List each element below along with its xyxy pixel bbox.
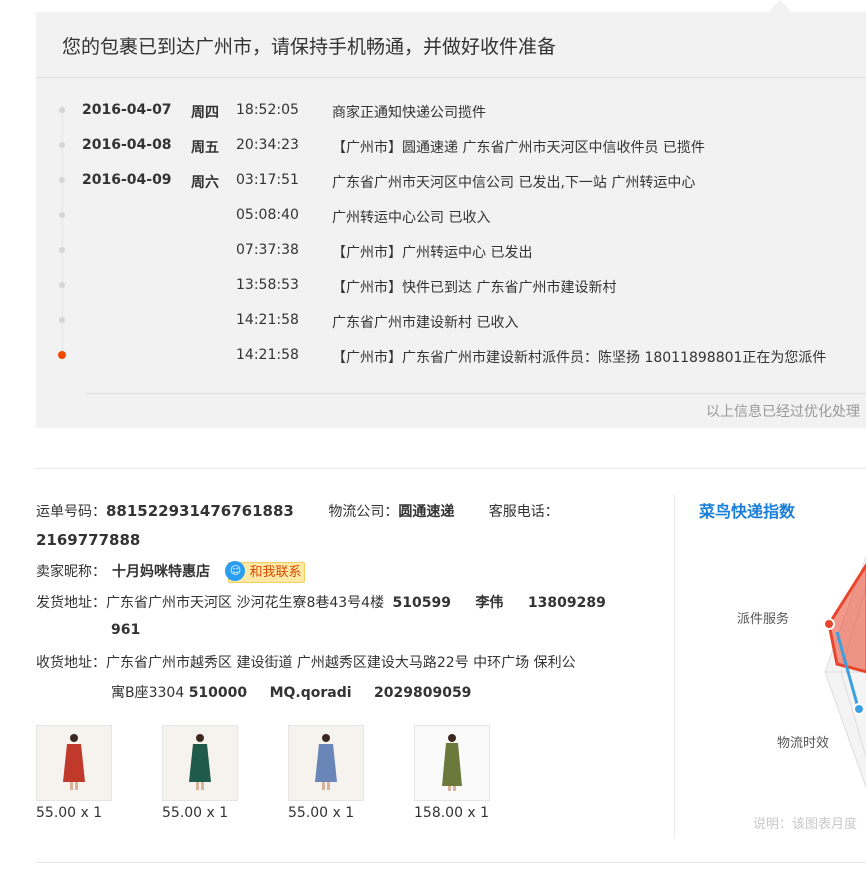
- radar-chart: [823, 555, 866, 789]
- timeline-row: 2016-04-07 周四 18:52:05 商家正通知快递公司揽件: [36, 100, 866, 122]
- event-time: 05:08:40: [236, 207, 299, 223]
- timeline-row: 14:21:58 广东省广州市建设新村 已收入: [36, 310, 866, 332]
- timeline-footer-divider: [86, 393, 866, 394]
- event-description: 商家正通知快递公司揽件: [332, 105, 486, 121]
- timeline-dot: [59, 212, 65, 218]
- event-time: 18:52:05: [236, 102, 299, 118]
- delivery-status-banner: 您的包裹已到达广州市，请保持手机畅通，并做好收件准备: [62, 36, 557, 58]
- radar-point: [823, 618, 835, 630]
- timeline-dot: [59, 107, 65, 113]
- dress-icon: [63, 734, 85, 790]
- timeline-dot: [58, 351, 66, 359]
- timeline-row: 13:58:53 【广州市】快件已到达 广东省广州市建设新村: [36, 275, 866, 297]
- product-price: 158.00 x 1: [414, 805, 490, 821]
- recv-address: 广东省广州市越秀区 建设街道 广州越秀区建设大马路22号 中环广场 保利公: [106, 655, 576, 671]
- event-weekday: 周四: [191, 105, 219, 121]
- timeline-row: 2016-04-08 周五 20:34:23 【广州市】圆通速递 广东省广州市天河区中…: [36, 135, 866, 157]
- product-item[interactable]: 55.00 x 1: [36, 725, 116, 821]
- recv-name: MQ.qoradi: [269, 685, 352, 701]
- event-date: 2016-04-09: [82, 172, 172, 188]
- event-time: 20:34:23: [236, 137, 299, 153]
- section-divider: [36, 468, 866, 469]
- dress-icon: [442, 734, 462, 791]
- event-time: 07:37:38: [236, 242, 299, 258]
- bottom-divider: [36, 862, 866, 863]
- event-time: 13:58:53: [236, 277, 299, 293]
- radar-label-timeliness: 物流时效: [777, 736, 830, 751]
- timeline-row: 2016-04-09 周六 03:17:51 广东省广州市天河区中信公司 已发出,下一…: [36, 170, 866, 192]
- product-price: 55.00 x 1: [288, 805, 355, 821]
- logistics-company: 圆通速递: [398, 504, 455, 520]
- event-time: 14:21:58: [236, 347, 299, 363]
- service-phone-row: 2169777888: [36, 531, 140, 549]
- product-item[interactable]: 55.00 x 1: [162, 725, 242, 821]
- waybill-number: 881522931476761883: [106, 502, 294, 520]
- ship-address-row: 发货地址：广东省广州市天河区 沙河花生寮8巷43号4楼 510599 李伟 13…: [36, 595, 606, 611]
- product-thumbnail[interactable]: [36, 725, 112, 801]
- timeline-row: 14:21:58 【广州市】广东省广州市建设新村派件员：陈坚扬 180118988…: [36, 345, 866, 367]
- seller-nickname: 十月妈咪特惠店: [112, 564, 210, 580]
- event-description: 广州转运中心公司 已收入: [332, 210, 491, 226]
- seller-row: 卖家昵称： 十月妈咪特惠店 ☺ 和我联系: [36, 560, 306, 583]
- timeline-dot: [59, 282, 65, 288]
- event-date: 2016-04-07: [82, 102, 172, 118]
- event-description: 【广州市】广州转运中心 已发出: [332, 245, 533, 261]
- product-item[interactable]: 55.00 x 1: [288, 725, 368, 821]
- product-thumbnail[interactable]: [414, 725, 490, 801]
- product-thumbnail[interactable]: [162, 725, 238, 801]
- timeline-dot: [59, 317, 65, 323]
- timeline-dot: [59, 177, 65, 183]
- radar-series-fill: [827, 562, 866, 674]
- radar-note: 说明：该图表月度: [753, 817, 858, 832]
- product-price: 55.00 x 1: [36, 805, 103, 821]
- recv-zip: 510000: [188, 685, 248, 701]
- event-time: 03:17:51: [236, 172, 299, 188]
- service-phone: 2169777888: [36, 531, 141, 549]
- recv-address-row: 收货地址：广东省广州市越秀区 建设街道 广州越秀区建设大马路22号 中环广场 保…: [36, 655, 576, 671]
- product-price: 55.00 x 1: [162, 805, 229, 821]
- dress-icon: [189, 734, 211, 790]
- event-weekday: 周五: [191, 140, 219, 156]
- ship-name: 李伟: [475, 595, 504, 611]
- ship-phone: 13809289: [527, 595, 606, 611]
- contact-seller-button[interactable]: ☺ 和我联系: [225, 560, 306, 583]
- product-thumbnail[interactable]: [288, 725, 364, 801]
- timeline-row: 05:08:40 广州转运中心公司 已收入: [36, 205, 866, 227]
- event-description: 【广州市】快件已到达 广东省广州市建设新村: [332, 280, 617, 296]
- event-description: 广东省广州市天河区中信公司 已发出,下一站 广州转运中心: [332, 175, 696, 191]
- banner-divider: [36, 77, 866, 78]
- waybill-row: 运单号码：881522931476761883 物流公司：圆通速递 客服电话：: [36, 502, 559, 520]
- panel-caret: [768, 0, 792, 12]
- ship-zip: 510599: [392, 595, 451, 611]
- cainiao-index-panel: 菜鸟快递指数 派件服务 物流时效 说明：该图表月度: [674, 494, 866, 838]
- recv-phone: 2029809059: [374, 685, 472, 701]
- timeline-dot: [59, 142, 65, 148]
- radar-point: [853, 703, 865, 715]
- event-date: 2016-04-08: [82, 137, 172, 153]
- recv-address-continued: 寓B座3304 510000 MQ.qoradi 2029809059: [111, 685, 472, 701]
- event-description: 广东省广州市建设新村 已收入: [332, 315, 519, 331]
- event-time: 14:21:58: [236, 312, 299, 328]
- timeline-dot: [59, 247, 65, 253]
- product-item[interactable]: 158.00 x 1: [414, 725, 494, 821]
- event-description: 【广州市】广东省广州市建设新村派件员：陈坚扬 18011898801正在为您派件: [332, 350, 827, 366]
- event-description: 【广州市】圆通速递 广东省广州市天河区中信收件员 已揽件: [332, 140, 705, 156]
- dress-icon: [315, 734, 337, 790]
- wangwang-chat-icon: ☺: [225, 560, 246, 581]
- event-weekday: 周六: [191, 175, 219, 191]
- radar-label-dispatch: 派件服务: [737, 612, 790, 627]
- optimization-note: 以上信息已经过优化处理: [706, 404, 860, 420]
- timeline-row: 07:37:38 【广州市】广州转运中心 已发出: [36, 240, 866, 262]
- tracking-panel: 您的包裹已到达广州市，请保持手机畅通，并做好收件准备 2016-04-07 周四 1…: [36, 0, 866, 428]
- ship-phone-continued: 961: [111, 622, 141, 638]
- ship-address: 广东省广州市天河区 沙河花生寮8巷43号4楼: [106, 595, 385, 611]
- cainiao-index-logo: 菜鸟快递指数: [699, 502, 796, 521]
